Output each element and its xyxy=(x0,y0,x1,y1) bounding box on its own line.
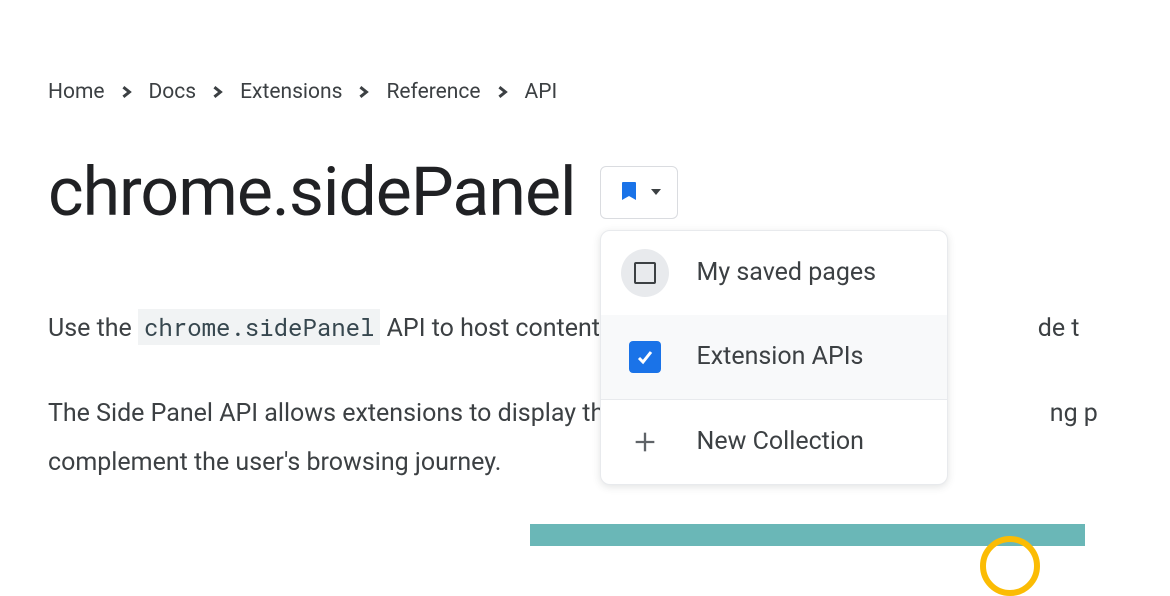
caret-down-icon xyxy=(651,185,661,200)
breadcrumb-extensions[interactable]: Extensions xyxy=(240,80,342,104)
bookmark-button[interactable] xyxy=(600,166,678,219)
description-paragraph: The Side Panel API allows extensions to … xyxy=(48,390,1122,488)
dropdown-item-extension-apis[interactable]: Extension APIs xyxy=(601,315,947,399)
plus-icon xyxy=(621,418,669,466)
chevron-right-icon xyxy=(121,86,133,98)
dropdown-item-label: My saved pages xyxy=(697,258,877,287)
dropdown-item-new-collection[interactable]: New Collection xyxy=(601,400,947,484)
breadcrumb-home[interactable]: Home xyxy=(48,80,105,104)
breadcrumb-docs[interactable]: Docs xyxy=(149,80,197,104)
breadcrumb-api[interactable]: API xyxy=(525,80,558,104)
intro-paragraph: Use the chrome.sidePanel API to host con… xyxy=(48,304,1122,354)
code-inline: chrome.sidePanel xyxy=(138,309,380,345)
breadcrumb-reference[interactable]: Reference xyxy=(386,80,480,104)
decorative-circle xyxy=(980,536,1040,596)
checkbox-unchecked-icon xyxy=(621,249,669,297)
dropdown-item-label: New Collection xyxy=(697,427,864,456)
breadcrumb: Home Docs Extensions Reference API xyxy=(48,80,1122,104)
dropdown-item-label: Extension APIs xyxy=(697,342,864,371)
page-title: chrome.sidePanel xyxy=(48,152,576,232)
bookmark-icon xyxy=(617,179,641,206)
chevron-right-icon xyxy=(497,86,509,98)
checkbox-checked-icon xyxy=(629,341,661,373)
bookmark-dropdown: My saved pages Extension APIs New Col xyxy=(600,230,948,485)
chevron-right-icon xyxy=(212,86,224,98)
dropdown-item-saved-pages[interactable]: My saved pages xyxy=(601,231,947,315)
chevron-right-icon xyxy=(358,86,370,98)
